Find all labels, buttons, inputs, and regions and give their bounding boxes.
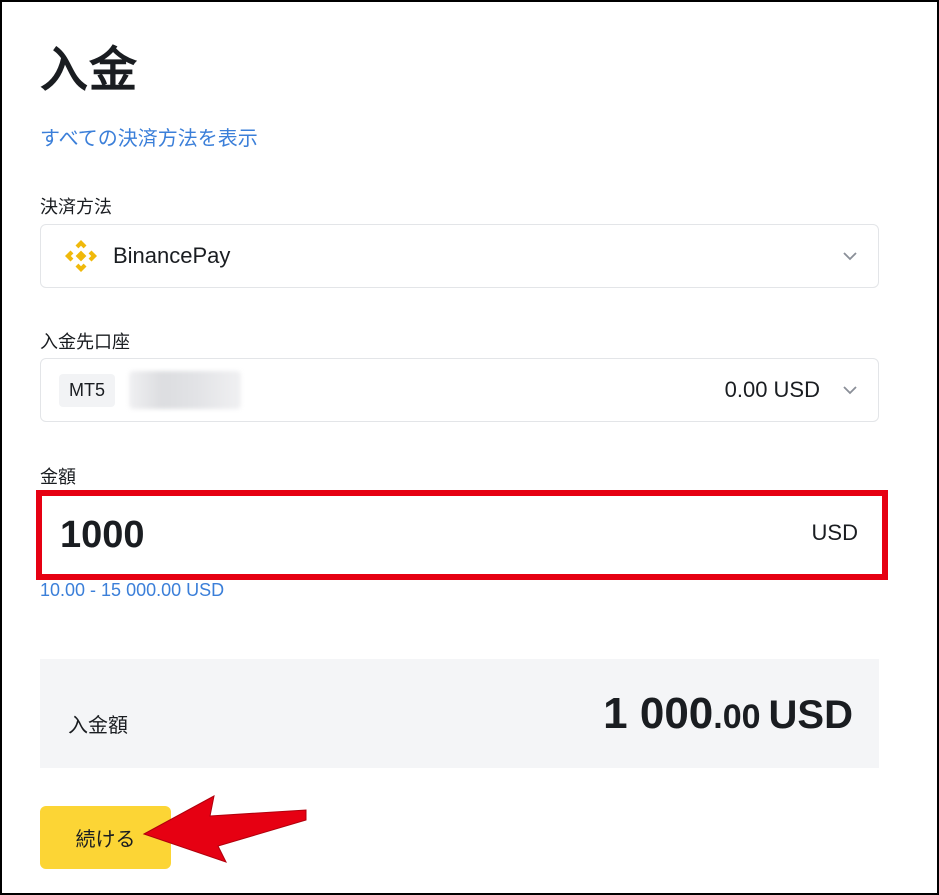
amount-field-highlight: USD — [36, 490, 888, 580]
amount-range-hint: 10.00 - 15 000.00 USD — [40, 580, 225, 600]
account-number-redacted — [129, 371, 241, 409]
amount-input[interactable] — [46, 500, 878, 570]
account-balance: 0.00 USD — [724, 377, 820, 402]
deposit-account-label: 入金先口座 — [40, 332, 130, 353]
platform-badge: MT5 — [59, 373, 115, 407]
deposit-panel: 入金 すべての決済方法を表示 決済方法 BinancePay 入金先口座 MT5… — [0, 0, 939, 895]
amount-currency: USD — [811, 520, 858, 545]
page-title: 入金 — [40, 42, 139, 98]
chevron-down-icon — [843, 252, 857, 261]
continue-button[interactable]: 続ける — [40, 806, 171, 869]
summary-amount: 1 000.00 USD — [603, 689, 853, 739]
payment-method-label: 決済方法 — [40, 197, 112, 218]
amount-label: 金額 — [40, 467, 76, 488]
summary-label: 入金額 — [68, 713, 128, 737]
payment-method-select[interactable]: BinancePay — [40, 224, 879, 288]
view-all-payment-methods-link[interactable]: すべての決済方法を表示 — [40, 122, 258, 151]
deposit-account-select[interactable]: MT5 0.00 USD — [40, 358, 879, 422]
chevron-down-icon — [843, 386, 857, 395]
payment-method-value: BinancePay — [113, 243, 231, 268]
binance-logo-icon — [65, 240, 97, 272]
summary-amount-integer: 1 000 — [603, 689, 714, 738]
summary-amount-decimal: .00 — [713, 698, 761, 736]
deposit-summary: 入金額 1 000.00 USD — [40, 659, 879, 768]
summary-currency: USD — [768, 693, 853, 737]
